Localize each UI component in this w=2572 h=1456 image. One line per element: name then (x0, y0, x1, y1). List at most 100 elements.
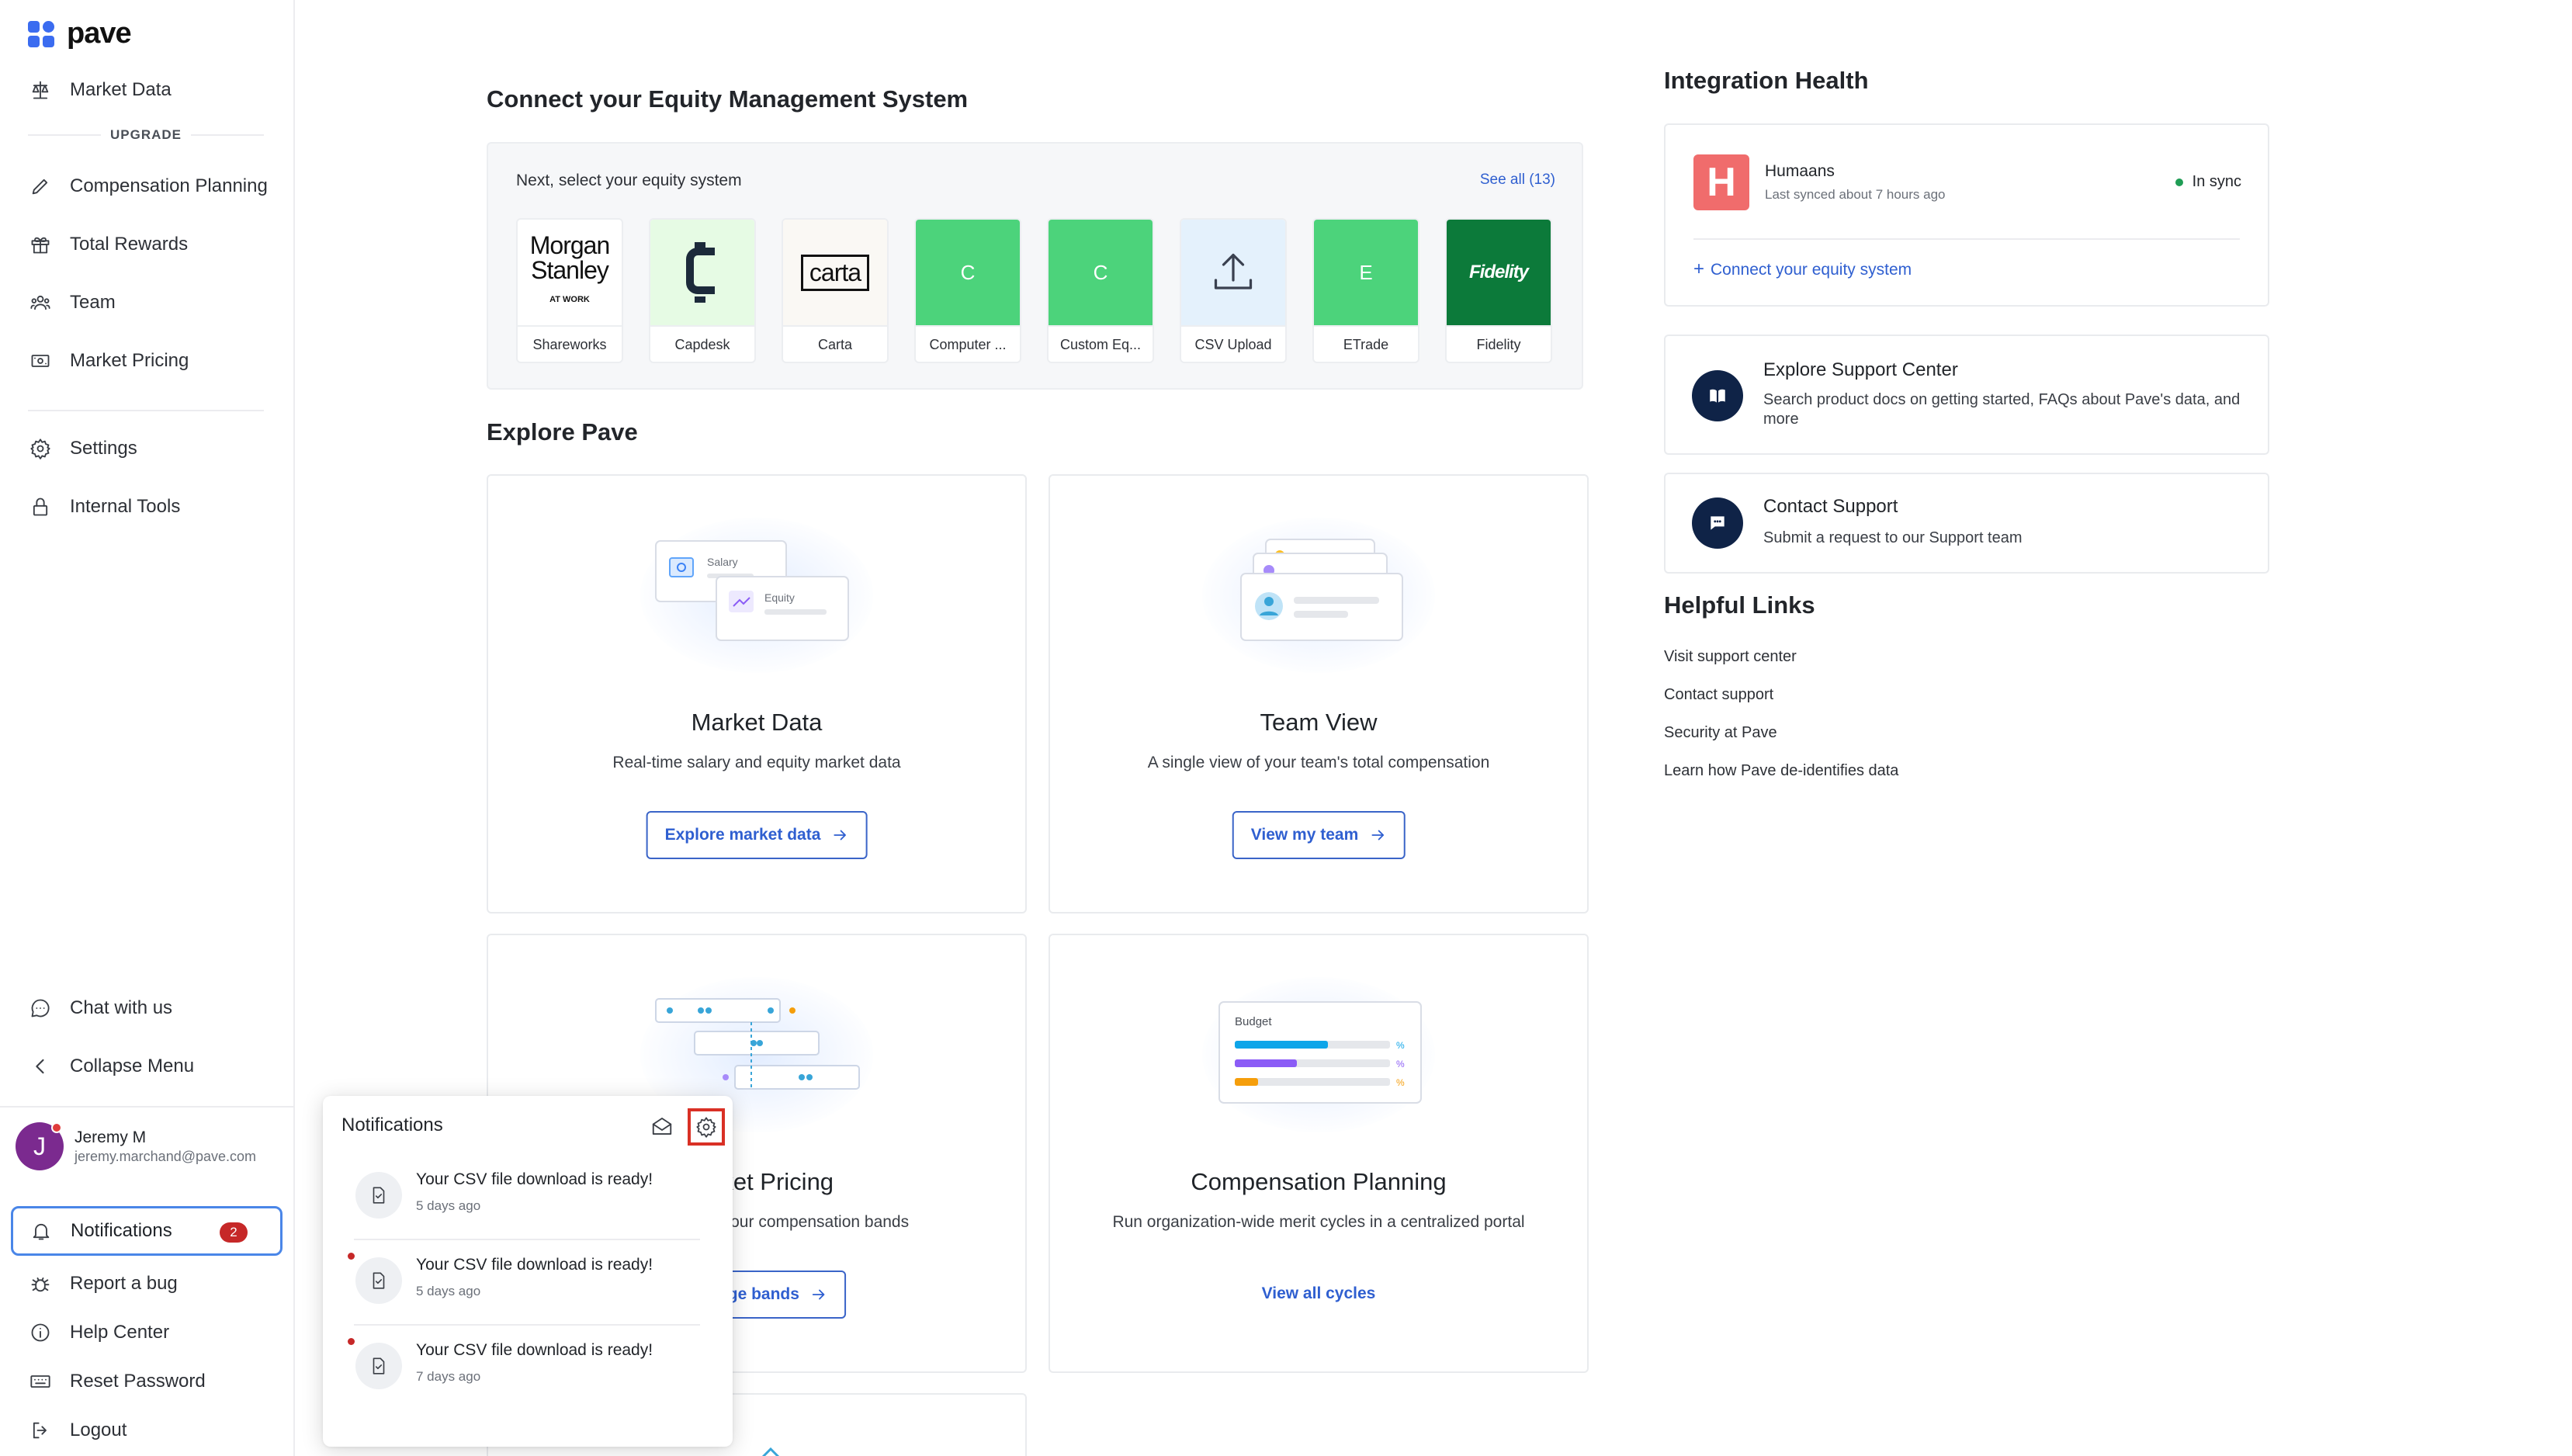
avatar: J (16, 1122, 64, 1170)
equity-system-panel: Next, select your equity system See all … (487, 142, 1583, 390)
equity-tile-carta[interactable]: carta Carta (782, 218, 889, 363)
equity-tile-etrade[interactable]: E ETrade (1312, 218, 1419, 363)
support-center-card[interactable]: Explore Support Center Search product do… (1664, 335, 2269, 455)
last-synced-text: Last synced about 7 hours ago (1765, 187, 1946, 202)
svg-text:%: % (1396, 1077, 1405, 1088)
salary-equity-illustration: Salary Equity (655, 540, 849, 641)
equity-tile-capdesk[interactable]: Capdesk (649, 218, 756, 363)
helpful-link-deidentify[interactable]: Learn how Pave de-identifies data (1664, 762, 1898, 780)
bug-icon (31, 1277, 50, 1292)
equity-section-title: Connect your Equity Management System (487, 85, 969, 113)
sidebar-item-team[interactable]: Team (29, 287, 116, 318)
upgrade-label: UPGRADE (110, 127, 182, 142)
sidebar-item-chat[interactable]: Chat with us (29, 993, 172, 1024)
equity-tile-fidelity[interactable]: Fidelity Fidelity (1445, 218, 1552, 363)
sidebar-item-help-center[interactable]: Help Center (29, 1317, 169, 1348)
sync-status: In sync (2175, 173, 2241, 191)
equity-tile-label: CSV Upload (1181, 325, 1285, 362)
card-description: A single view of your team's total compe… (1147, 754, 1490, 771)
file-icon (355, 1257, 402, 1304)
notification-time: 5 days ago (416, 1198, 481, 1213)
fidelity-logo: Fidelity (1447, 220, 1551, 325)
file-icon (355, 1343, 402, 1389)
user-divider (0, 1106, 295, 1108)
sidebar-item-internal-tools[interactable]: Internal Tools (29, 491, 180, 522)
integration-health-card: H Humaans Last synced about 7 hours ago … (1664, 123, 2269, 307)
sidebar-item-logout[interactable]: Logout (29, 1415, 127, 1446)
sidebar-item-label: Chat with us (70, 997, 173, 1018)
notification-time: 5 days ago (416, 1284, 481, 1298)
button-label: Explore market data (664, 826, 821, 844)
support-card-description: Search product docs on getting started, … (1763, 391, 2241, 428)
helpful-link-support-center[interactable]: Visit support center (1664, 648, 1797, 666)
mark-all-read-icon[interactable] (650, 1115, 674, 1138)
view-all-cycles-link[interactable]: View all cycles (1050, 1284, 1587, 1303)
support-card-description: Submit a request to our Support team (1763, 529, 2023, 546)
equity-tile-computershare[interactable]: C Computer ... (914, 218, 1021, 363)
pencil-icon (32, 179, 48, 195)
sidebar-item-total-rewards[interactable]: Total Rewards (29, 229, 188, 260)
equity-tile-shareworks[interactable]: Morgan Stanley AT WORK Shareworks (516, 218, 623, 363)
equity-tile-label: Capdesk (650, 325, 754, 362)
notification-item[interactable]: Your CSV file download is ready! 7 days … (338, 1326, 716, 1409)
sidebar-item-market-data[interactable]: Market Data (29, 75, 172, 106)
status-dot-icon (2175, 178, 2183, 186)
equity-tile-csv-upload[interactable]: CSV Upload (1180, 218, 1287, 363)
sidebar-item-settings[interactable]: Settings (29, 433, 137, 464)
svg-text:%: % (1396, 1040, 1405, 1051)
support-card-title: Explore Support Center (1763, 359, 1958, 380)
file-icon (355, 1172, 402, 1219)
view-my-team-button[interactable]: View my team (1232, 811, 1406, 859)
sidebar-item-label: Help Center (70, 1322, 170, 1343)
sidebar-item-collapse-menu[interactable]: Collapse Menu (29, 1051, 194, 1082)
sidebar-item-label: Internal Tools (70, 496, 181, 517)
capdesk-logo (650, 220, 754, 325)
sidebar-item-report-bug[interactable]: Report a bug (29, 1268, 178, 1299)
plus-icon: + (1693, 258, 1705, 279)
sidebar-item-label: Notifications (71, 1220, 172, 1241)
lock-icon (33, 497, 48, 516)
humaans-logo: H (1693, 154, 1749, 210)
unread-dot-icon (348, 1338, 355, 1345)
see-all-link[interactable]: See all (13) (1480, 172, 1555, 189)
equity-tile-custom-equity[interactable]: C Custom Eq... (1047, 218, 1154, 363)
svg-text:Budget: Budget (1235, 1015, 1272, 1028)
notification-item[interactable]: Your CSV file download is ready! 5 days … (338, 1155, 716, 1239)
helpful-link-security[interactable]: Security at Pave (1664, 724, 1777, 742)
arrow-right-icon (834, 830, 846, 841)
helpful-link-contact-support[interactable]: Contact support (1664, 686, 1773, 704)
equity-panel-subtitle: Next, select your equity system (516, 172, 742, 189)
sidebar-item-compensation-planning[interactable]: Compensation Planning (29, 171, 268, 202)
notifications-popover: Notifications Your CSV file download is … (323, 1096, 733, 1447)
info-icon (31, 1323, 50, 1342)
equity-tile-label: ETrade (1314, 325, 1418, 362)
card-title: Compensation Planning (1191, 1168, 1447, 1195)
sidebar-item-label: Collapse Menu (70, 1056, 195, 1076)
sidebar-item-notifications[interactable]: Notifications 2 (11, 1206, 283, 1256)
explore-market-data-button[interactable]: Explore market data (646, 811, 868, 859)
budget-illustration: Budget % % % (1218, 1001, 1422, 1104)
svg-text:Equity: Equity (764, 591, 795, 604)
sidebar-item-market-pricing[interactable]: Market Pricing (29, 345, 189, 376)
user-profile[interactable]: J Jeremy M jeremy.marchand@pave.com (16, 1122, 256, 1170)
notification-item[interactable]: Your CSV file download is ready! 5 days … (338, 1240, 716, 1324)
contact-support-card[interactable]: Contact Support Submit a request to our … (1664, 473, 2269, 574)
custom-equity-logo: C (1049, 220, 1153, 325)
pave-logo[interactable]: pave (28, 17, 132, 50)
user-email: jeremy.marchand@pave.com (75, 1148, 257, 1164)
button-label: View my team (1250, 826, 1359, 844)
connect-equity-link[interactable]: + Connect your equity system (1693, 258, 1912, 280)
sidebar: pave Market Data UPGRADE Compensation Pl… (0, 0, 295, 1456)
arrow-right-icon (1371, 830, 1384, 841)
avatar-initial: J (33, 1132, 46, 1160)
svg-text:%: % (1396, 1059, 1405, 1069)
equity-tile-label: Custom Eq... (1049, 325, 1153, 362)
sidebar-item-reset-password[interactable]: Reset Password (29, 1366, 206, 1397)
notification-settings-button[interactable] (688, 1108, 725, 1146)
integration-health-title: Integration Health (1664, 67, 1869, 94)
sidebar-item-label: Compensation Planning (70, 175, 268, 196)
sidebar-item-label: Report a bug (70, 1273, 178, 1294)
notification-text: Your CSV file download is ready! (416, 1256, 653, 1274)
gear-icon (30, 439, 50, 459)
etrade-logo: E (1314, 220, 1418, 325)
